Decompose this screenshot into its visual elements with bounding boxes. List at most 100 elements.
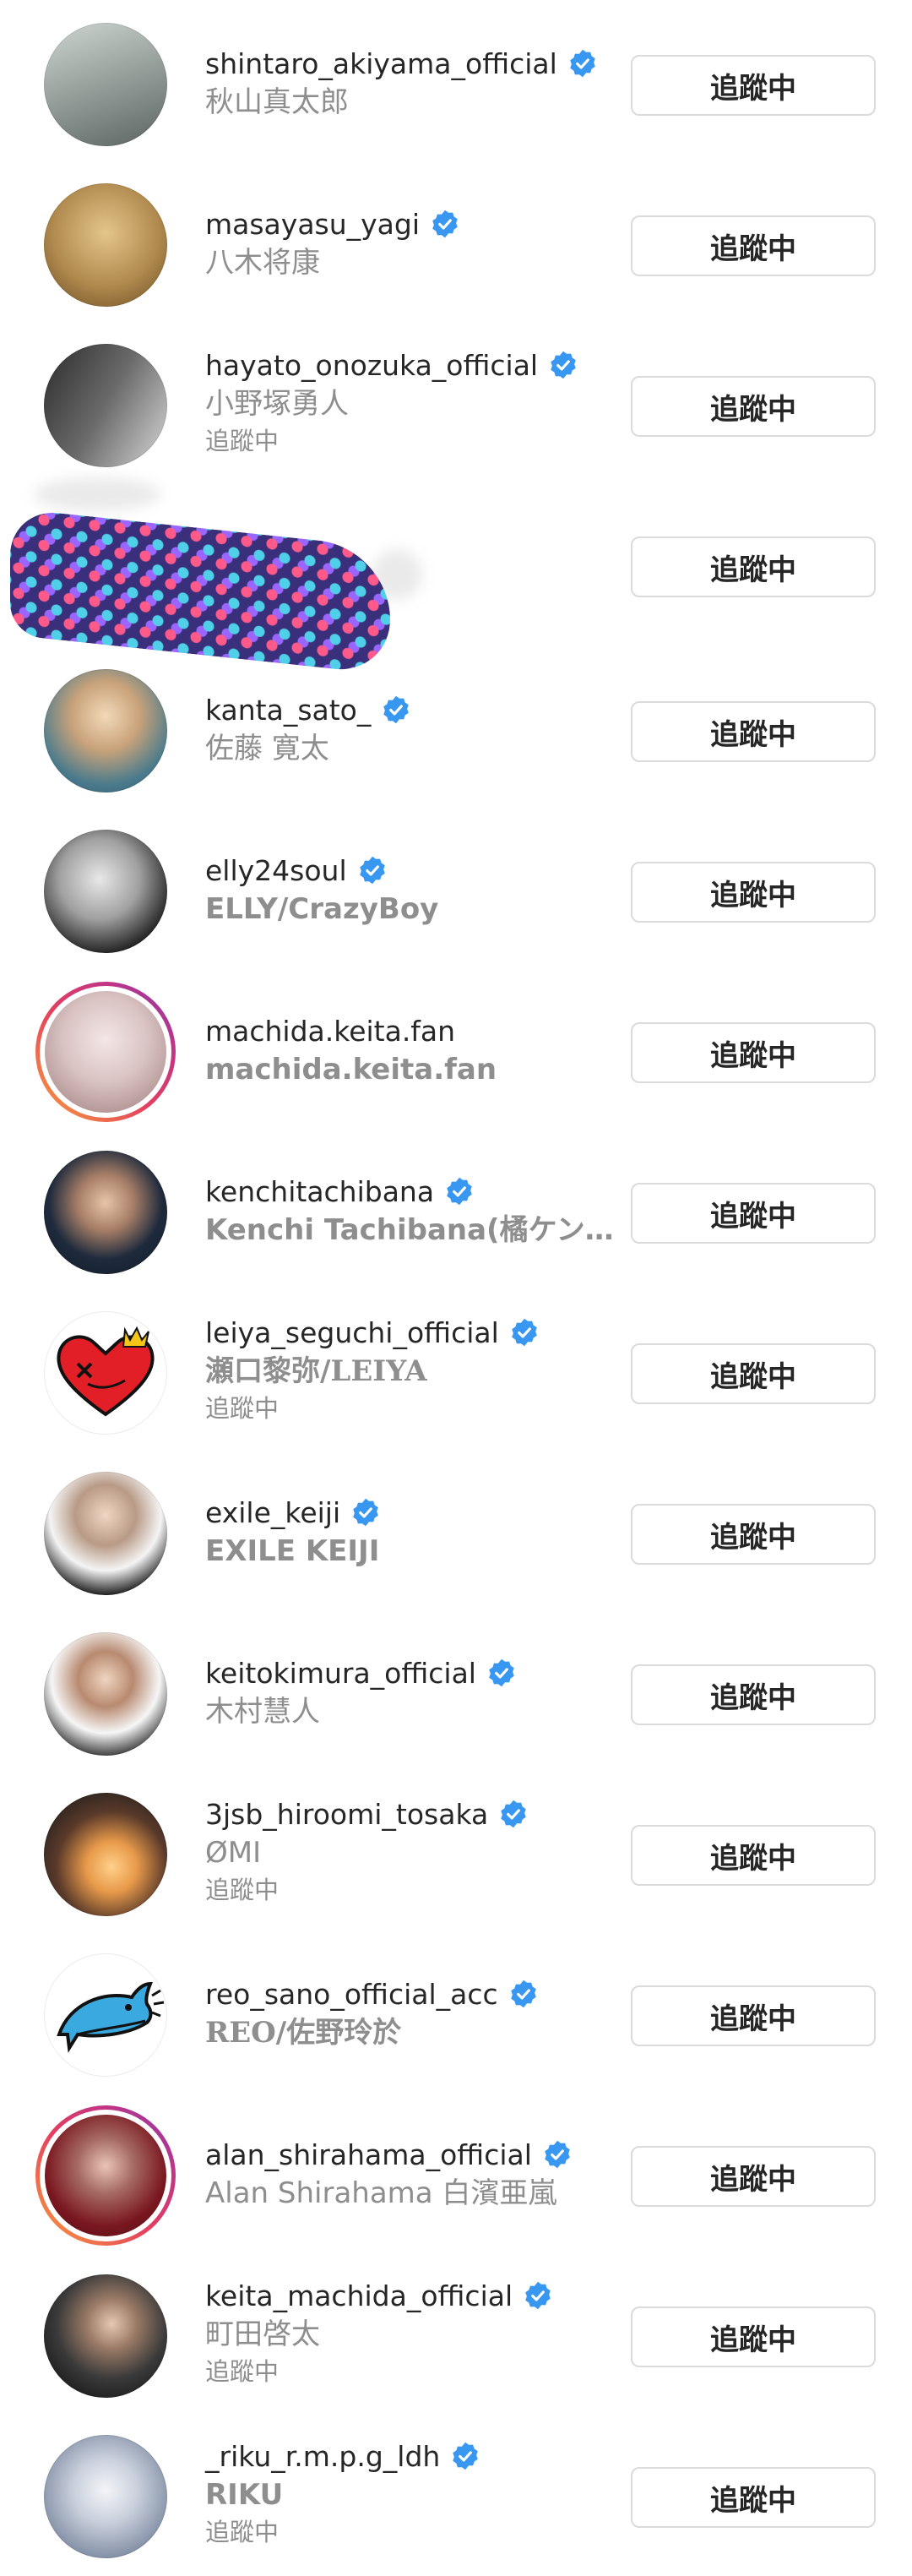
username[interactable]: masayasu_yagi [205, 208, 420, 241]
verified-badge-icon [447, 1177, 472, 1206]
avatar[interactable] [44, 183, 167, 307]
following-button[interactable]: 追蹤中 [631, 1183, 876, 1244]
avatar[interactable] [44, 344, 167, 467]
follow-status: 追蹤中 [205, 2357, 280, 2386]
avatar[interactable] [44, 830, 167, 953]
avatar[interactable] [44, 1151, 167, 1274]
verified-badge-icon [383, 695, 410, 724]
list-item[interactable]: alan_shirahama_official Alan Shirahama 白… [0, 2095, 912, 2255]
following-button[interactable]: 追蹤中 [631, 376, 876, 437]
verified-badge-icon [432, 210, 458, 238]
username[interactable]: shintaro_akiyama_official [205, 47, 557, 80]
full-name: 町田啓太 [205, 2317, 320, 2351]
following-button[interactable]: 追蹤中 [631, 215, 876, 276]
avatar [45, 991, 166, 1113]
username[interactable]: leiya_seguchi_official [205, 1316, 499, 1349]
avatar[interactable] [44, 669, 167, 792]
username[interactable]: kanta_sato_ [205, 694, 371, 727]
verified-badge-icon [453, 2442, 479, 2470]
verified-badge-icon [545, 2140, 570, 2169]
list-item[interactable]: keitokimura_official 木村慧人 追蹤中 [0, 1614, 912, 1773]
avatar[interactable] [44, 1472, 167, 1595]
list-item[interactable]: shintaro_akiyama_official 秋山真太郎 追蹤中 [0, 4, 912, 164]
username[interactable]: keita_machida_official [205, 2279, 513, 2312]
username[interactable]: _riku_r.m.p.g_ldh [205, 2440, 440, 2473]
avatar-story-ring[interactable] [35, 982, 176, 1122]
following-button[interactable]: 追蹤中 [631, 1343, 876, 1404]
avatar [45, 2115, 166, 2236]
verified-badge-icon [501, 1800, 526, 1828]
full-name: REO/佐野玲於 [205, 2016, 402, 2050]
list-item[interactable]: kenchitachibana Kenchi Tachibana(橘ケンチ)… … [0, 1132, 912, 1292]
follow-status: 追蹤中 [205, 1876, 280, 1904]
list-item[interactable]: kanta_sato_ 佐藤 寛太 追蹤中 [0, 651, 912, 810]
following-button[interactable]: 追蹤中 [631, 2306, 876, 2367]
verified-badge-icon [551, 351, 576, 379]
username[interactable]: reo_sano_official_acc [205, 1978, 498, 2011]
list-item[interactable]: leiya_seguchi_official 瀬口黎弥/LEIYA 追蹤中 追蹤… [0, 1293, 912, 1452]
username[interactable]: elly24soul [205, 854, 347, 887]
avatar[interactable] [44, 1793, 167, 1916]
verified-badge-icon [510, 1980, 536, 2008]
full-name: 木村慧人 [205, 1695, 320, 1729]
full-name: 佐藤 寛太 [205, 732, 329, 765]
avatar[interactable] [44, 1311, 167, 1435]
following-button[interactable]: 追蹤中 [631, 2146, 876, 2207]
avatar[interactable] [44, 2435, 167, 2558]
list-item[interactable]: exile_keiji EXILE KEIJI 追蹤中 [0, 1453, 912, 1613]
following-button[interactable]: 追蹤中 [631, 862, 876, 923]
list-item[interactable]: keita_machida_official 町田啓太 追蹤中 追蹤中 [0, 2256, 912, 2415]
list-item[interactable]: masayasu_yagi 八木将康 追蹤中 [0, 165, 912, 324]
avatar[interactable] [44, 1953, 167, 2077]
following-button[interactable]: 追蹤中 [631, 701, 876, 762]
username[interactable]: keitokimura_official [205, 1657, 476, 1690]
following-button[interactable]: 追蹤中 [631, 55, 876, 116]
full-name: 小野塚勇人 [205, 387, 349, 421]
heart-logo-icon [57, 1326, 155, 1417]
avatar[interactable] [44, 23, 167, 146]
verified-badge-icon [489, 1658, 514, 1687]
verified-badge-icon [353, 1498, 378, 1527]
full-name: Alan Shirahama 白濱亜嵐 [205, 2176, 557, 2210]
following-button[interactable]: 追蹤中 [631, 1022, 876, 1083]
full-name: 八木将康 [205, 246, 320, 280]
list-item[interactable]: reo_sano_official_acc REO/佐野玲於 追蹤中 [0, 1935, 912, 2094]
full-name: ELLY/CrazyBoy [205, 892, 439, 926]
username[interactable]: hayato_onozuka_official [205, 349, 538, 382]
verified-badge-icon [525, 2281, 551, 2310]
dolphin-logo-icon [57, 1981, 165, 2053]
list-item[interactable]: elly24soul ELLY/CrazyBoy 追蹤中 [0, 811, 912, 971]
full-name: Kenchi Tachibana(橘ケンチ)… [205, 1213, 627, 1247]
full-name: RIKU [205, 2478, 284, 2512]
following-button[interactable]: 追蹤中 [631, 1664, 876, 1725]
follow-status: 追蹤中 [205, 1394, 280, 1423]
verified-badge-icon [512, 1318, 537, 1347]
following-button[interactable]: 追蹤中 [631, 1504, 876, 1565]
redaction-blur [34, 477, 160, 511]
following-button[interactable]: 追蹤中 [631, 536, 876, 597]
verified-badge-icon [570, 49, 595, 78]
username[interactable]: kenchitachibana [205, 1175, 434, 1208]
full-name: EXILE KEIJI [205, 1534, 380, 1568]
full-name: ØMI [205, 1836, 262, 1870]
username[interactable]: machida.keita.fan [205, 1015, 455, 1048]
username[interactable]: alan_shirahama_official [205, 2138, 532, 2171]
avatar[interactable] [44, 1632, 167, 1756]
following-button[interactable]: 追蹤中 [631, 2467, 876, 2528]
full-name: 秋山真太郎 [205, 85, 349, 119]
avatar[interactable] [44, 2274, 167, 2398]
follow-status: 追蹤中 [205, 427, 280, 455]
username[interactable]: exile_keiji [205, 1496, 340, 1529]
list-item[interactable]: machida.keita.fan machida.keita.fan 追蹤中 [0, 972, 912, 1131]
following-button[interactable]: 追蹤中 [631, 1985, 876, 2046]
verified-badge-icon [359, 856, 385, 885]
full-name: machida.keita.fan [205, 1053, 497, 1086]
follow-status: 追蹤中 [205, 2518, 280, 2546]
list-item[interactable]: hayato_onozuka_official 小野塚勇人 追蹤中 追蹤中 [0, 325, 912, 485]
list-item[interactable]: 3jsb_hiroomi_tosaka ØMI 追蹤中 追蹤中 [0, 1774, 912, 1934]
following-button[interactable]: 追蹤中 [631, 1825, 876, 1886]
username[interactable]: 3jsb_hiroomi_tosaka [205, 1798, 488, 1831]
avatar-story-ring[interactable] [35, 2105, 176, 2246]
full-name: 瀬口黎弥/LEIYA [205, 1354, 427, 1388]
list-item[interactable]: _riku_r.m.p.g_ldh RIKU 追蹤中 追蹤中 [0, 2416, 912, 2576]
